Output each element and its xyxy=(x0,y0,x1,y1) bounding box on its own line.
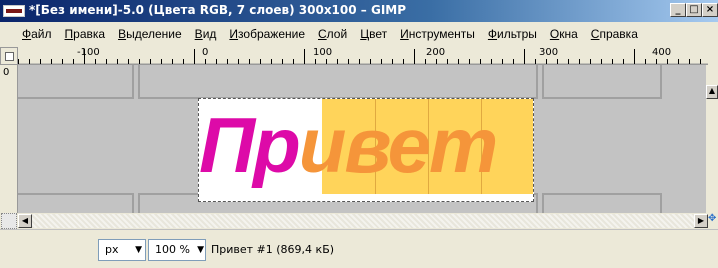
minimize-button[interactable]: _ xyxy=(670,3,686,17)
menu-bar: Файл Правка Выделение Вид Изображение Сл… xyxy=(0,22,718,46)
chevron-down-icon: ▼ xyxy=(197,245,204,255)
zoom-selector[interactable]: 100 % ▼ xyxy=(148,239,206,261)
ruler-ticks xyxy=(18,49,708,64)
navigate-icon[interactable] xyxy=(1,213,17,229)
menu-image[interactable]: Изображение xyxy=(229,27,305,41)
image-canvas[interactable]: Привет xyxy=(198,98,534,202)
menu-help[interactable]: Справка xyxy=(591,27,638,41)
menu-layer[interactable]: Слой xyxy=(318,27,347,41)
close-button[interactable]: × xyxy=(702,3,718,17)
ruler-label: 0 xyxy=(202,47,209,58)
menu-windows[interactable]: Окна xyxy=(550,27,578,41)
menu-file[interactable]: Файл xyxy=(22,27,52,41)
resize-icon[interactable]: ✥ xyxy=(708,213,718,229)
layer-boundary xyxy=(18,193,134,213)
text-part-orange: ивет xyxy=(298,101,499,189)
scroll-left-button[interactable]: ◀ xyxy=(18,214,32,228)
status-bar: px ▼ 100 % ▼ Привет #1 (869,4 кБ) xyxy=(0,229,718,268)
window-title: *[Без имени]-5.0 (Цвета RGB, 7 слоев) 30… xyxy=(29,3,407,17)
scroll-up-button[interactable]: ▲ xyxy=(706,85,718,99)
menu-edit[interactable]: Правка xyxy=(65,27,106,41)
scroll-right-button[interactable]: ▶ xyxy=(694,214,708,228)
menu-select[interactable]: Выделение xyxy=(118,27,182,41)
canvas-text: Привет xyxy=(199,105,498,185)
vertical-scrollbar[interactable]: ▲ xyxy=(706,65,718,213)
zoom-value: 100 % xyxy=(155,243,190,256)
quick-mask-toggle[interactable] xyxy=(0,47,18,65)
window-controls: _ □ × xyxy=(670,3,718,19)
ruler-label: 400 xyxy=(652,47,672,58)
gimp-app-icon[interactable] xyxy=(3,5,25,17)
maximize-button[interactable]: □ xyxy=(686,3,702,17)
quick-mask-icon xyxy=(4,51,14,61)
ruler-label: 300 xyxy=(539,47,559,58)
title-bar: *[Без имени]-5.0 (Цвета RGB, 7 слоев) 30… xyxy=(0,0,718,22)
menu-view[interactable]: Вид xyxy=(195,27,217,41)
layer-boundary xyxy=(542,193,662,213)
text-part-magenta: Пр xyxy=(199,101,301,189)
horizontal-ruler[interactable]: -100 0 100 200 300 400 xyxy=(18,47,708,65)
ruler-label: 200 xyxy=(426,47,446,58)
canvas-area[interactable]: Привет xyxy=(18,65,706,213)
vertical-ruler[interactable]: 0 xyxy=(0,65,18,213)
menu-tools[interactable]: Инструменты xyxy=(400,27,475,41)
status-message: Привет #1 (869,4 кБ) xyxy=(211,243,335,256)
ruler-label: 100 xyxy=(313,47,333,58)
chevron-down-icon: ▼ xyxy=(135,245,142,255)
menu-filters[interactable]: Фильтры xyxy=(488,27,537,41)
unit-value: px xyxy=(105,243,119,256)
layer-boundary xyxy=(138,65,538,99)
ruler-label: -100 xyxy=(77,47,100,58)
horizontal-scrollbar[interactable]: ◀ ▶ ✥ xyxy=(0,213,718,229)
gimp-window: *[Без имени]-5.0 (Цвета RGB, 7 слоев) 30… xyxy=(0,0,718,268)
unit-selector[interactable]: px ▼ xyxy=(98,239,146,261)
layer-boundary xyxy=(542,65,662,99)
scroll-track[interactable] xyxy=(32,214,694,228)
layer-boundary xyxy=(18,65,134,99)
menu-colors[interactable]: Цвет xyxy=(360,27,387,41)
ruler-label: 0 xyxy=(3,67,10,78)
